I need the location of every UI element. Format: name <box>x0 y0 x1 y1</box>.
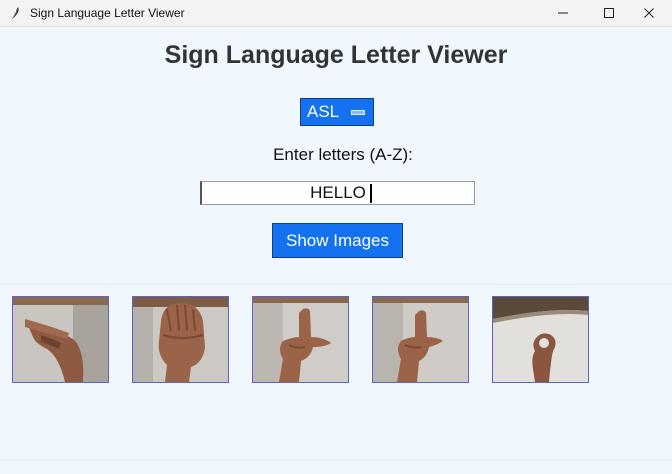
hand-sign-E-icon <box>133 297 228 382</box>
sign-image-e <box>132 296 229 383</box>
bottom-divider <box>0 460 672 461</box>
sign-image-l <box>252 296 349 383</box>
feather-icon <box>10 7 19 21</box>
language-select[interactable]: ASL <box>300 98 374 126</box>
close-button[interactable] <box>626 0 672 26</box>
close-icon <box>644 8 654 18</box>
letters-input[interactable] <box>200 181 475 205</box>
maximize-icon <box>604 8 614 18</box>
window-title: Sign Language Letter Viewer <box>30 6 185 20</box>
app-content: Sign Language Letter Viewer ASL Enter le… <box>0 27 672 474</box>
hand-sign-L-icon <box>373 297 468 382</box>
hand-sign-H-icon <box>13 297 108 382</box>
sign-image-l-2 <box>372 296 469 383</box>
minimize-icon <box>558 12 568 14</box>
show-images-button[interactable]: Show Images <box>272 223 403 258</box>
language-select-value: ASL <box>307 102 340 121</box>
hand-sign-L-icon <box>253 297 348 382</box>
divider <box>0 284 672 285</box>
minimize-button[interactable] <box>540 0 586 26</box>
text-caret <box>370 184 372 203</box>
letters-prompt: Enter letters (A-Z): <box>273 145 413 164</box>
hand-sign-O-icon <box>493 297 588 382</box>
page-title: Sign Language Letter Viewer <box>164 41 508 69</box>
title-bar: Sign Language Letter Viewer <box>0 0 672 27</box>
sign-image-h <box>12 296 109 383</box>
sign-image-o <box>492 296 589 383</box>
dropdown-indicator-icon <box>351 110 365 115</box>
